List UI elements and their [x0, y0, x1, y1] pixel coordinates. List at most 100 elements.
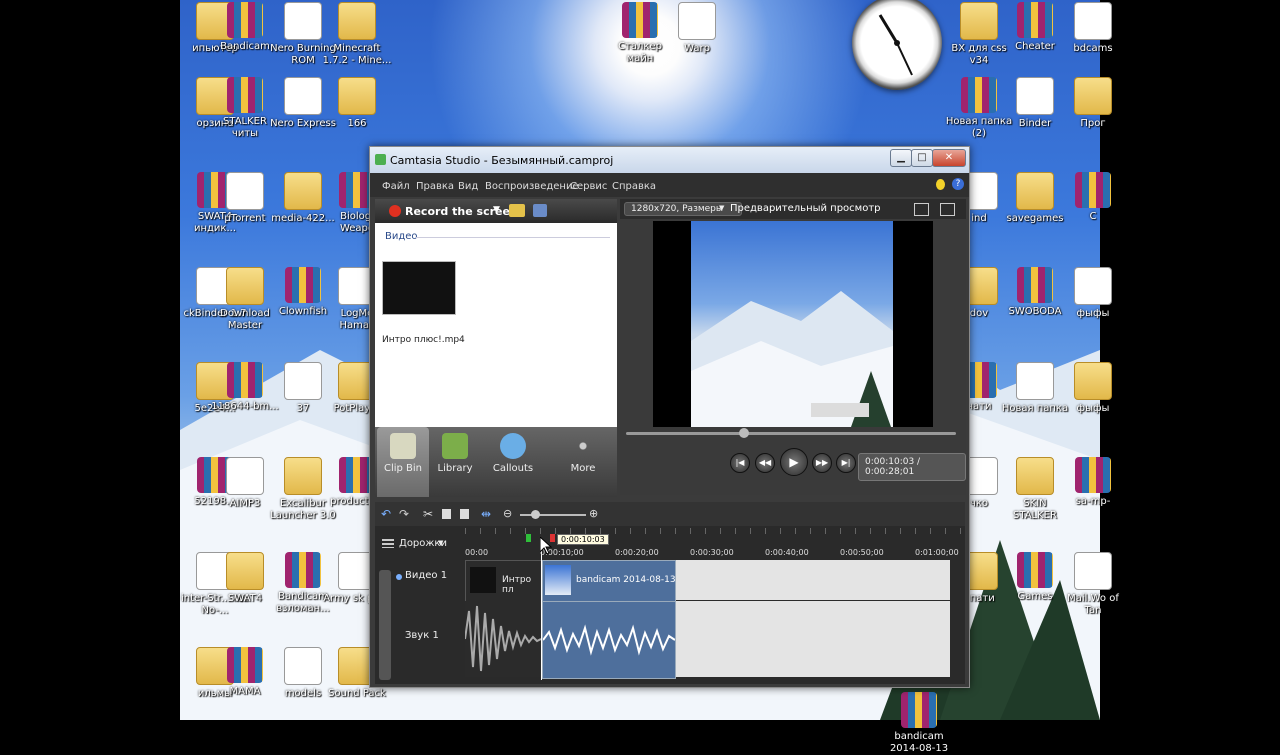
desktop-icon-image — [285, 267, 321, 303]
desktop-icon-image — [226, 172, 264, 210]
desktop-icon-label: 166 — [347, 118, 367, 129]
bin-section-divider — [415, 237, 610, 238]
tracks-list-icon[interactable] — [382, 539, 394, 548]
desktop-icon-image — [1074, 552, 1112, 590]
video-track-label[interactable]: Видео 1 — [405, 570, 447, 581]
ruler-tick-label: 0:00:40;00 — [765, 548, 809, 557]
help-icon[interactable]: ? — [952, 178, 964, 190]
minimize-button[interactable]: ▁ — [890, 149, 912, 167]
undo-icon[interactable]: ↶ — [381, 507, 391, 521]
desktop-icon[interactable]: фыфы — [1058, 362, 1128, 415]
preview-canvas[interactable] — [653, 221, 933, 427]
desktop-icon[interactable]: фыфы — [1058, 267, 1128, 320]
zoom-slider-thumb[interactable] — [531, 510, 540, 519]
fast-forward-button[interactable]: ▶▶ — [812, 453, 832, 473]
desktop-icon-image — [1017, 267, 1053, 303]
desktop-icon-image — [338, 2, 376, 40]
ruler-tick-label: 0:00:30;00 — [690, 548, 734, 557]
audio-clip-bandicam[interactable] — [542, 601, 676, 679]
desktop-icon[interactable]: bandicam 2014-08-13 — [884, 692, 954, 755]
desktop-icon-image — [227, 647, 263, 683]
tab-clip-bin-label: Clip Bin — [383, 463, 423, 474]
copy-icon[interactable] — [442, 509, 451, 519]
detach-preview-icon[interactable] — [940, 203, 955, 216]
tip-bulb-icon[interactable] — [936, 179, 945, 190]
app-icon — [375, 154, 386, 165]
playhead-time-tooltip: 0:00:10:03 — [557, 534, 609, 545]
timeline-panel: ↶ ↷ ✂ ⇹ ⊖ ⊕ Дорожки ▼ 0:00:10:03 Видео 1… — [375, 502, 965, 684]
video-clip-bandicam[interactable]: bandicam 2014-08-13 10-2 — [542, 560, 676, 602]
desktop-icon-image — [226, 552, 264, 590]
menu-playback[interactable]: Воспроизведение — [485, 181, 579, 192]
playhead-marker-green[interactable] — [526, 534, 531, 542]
preview-size-dropdown-arrow-icon[interactable]: ▼ — [719, 204, 724, 212]
clip-bin-panel: Record the screen ▼ Видео Интро плюс!.mp… — [375, 199, 617, 443]
cut-icon[interactable]: ✂ — [423, 507, 433, 521]
audio-clip-intro[interactable] — [464, 601, 542, 677]
maximize-button[interactable]: □ — [911, 149, 933, 167]
paste-icon[interactable] — [460, 509, 469, 519]
title-bar[interactable]: Camtasia Studio - Безымянный.camproj ▁ □… — [370, 147, 969, 173]
rewind-button[interactable]: ◀◀ — [755, 453, 775, 473]
desktop-icon[interactable]: Minecraft 1.7.2 - Mine... — [322, 2, 392, 67]
record-dropdown-arrow-icon[interactable]: ▼ — [493, 205, 500, 215]
desktop-icon[interactable]: Warp — [662, 2, 732, 55]
desktop-icon[interactable]: Прог — [1058, 77, 1128, 130]
clip-name[interactable]: Интро плюс!.mp4 — [382, 335, 465, 345]
desktop-icon-image — [1016, 172, 1054, 210]
clip-thumbnail[interactable] — [382, 261, 456, 315]
desktop-icon[interactable]: C — [1058, 172, 1128, 223]
playback-time: 0:00:10:03 / 0:00:28;01 — [858, 453, 966, 481]
record-screen-button[interactable]: Record the screen — [405, 205, 518, 218]
desktop-icon-image — [284, 172, 322, 210]
split-icon[interactable]: ⇹ — [481, 507, 491, 521]
menu-view[interactable]: Вид — [458, 181, 478, 192]
redo-icon[interactable]: ↷ — [399, 507, 409, 521]
ruler-tick-label: 00:00 — [465, 548, 489, 557]
tab-more-label: More — [570, 463, 596, 474]
desktop-icon[interactable]: sa-mp- — [1058, 457, 1128, 508]
play-button[interactable]: ▶ — [780, 448, 808, 476]
fullscreen-icon[interactable] — [914, 203, 929, 216]
desktop-icon-image — [901, 692, 937, 728]
tab-library-label: Library — [437, 463, 473, 474]
tab-callouts[interactable]: Callouts — [483, 427, 543, 497]
desktop-icon[interactable]: 166 — [322, 77, 392, 130]
playhead-line[interactable] — [541, 542, 542, 680]
desktop-icon-label: C — [1089, 211, 1097, 222]
desktop-icon[interactable]: bdcams — [1058, 2, 1128, 55]
desktop-icon-label: фыфы — [1076, 403, 1110, 414]
desktop-icon[interactable]: Mail.Wo of Tan — [1058, 552, 1128, 617]
close-button[interactable]: ✕ — [932, 149, 966, 167]
zoom-in-icon[interactable]: ⊕ — [589, 507, 598, 520]
menu-file[interactable]: Файл — [382, 181, 410, 192]
menu-tools[interactable]: Сервис — [570, 181, 607, 192]
tab-library[interactable]: Library — [429, 427, 481, 497]
skip-forward-button[interactable]: ▶| — [836, 453, 856, 473]
skip-back-button[interactable]: |◀ — [730, 453, 750, 473]
zoom-slider-track[interactable] — [520, 514, 586, 516]
menu-bar: Файл Правка Вид Воспроизведение Сервис С… — [370, 173, 969, 197]
track-header-bar — [379, 570, 391, 680]
menu-edit[interactable]: Правка — [416, 181, 454, 192]
audio-track-label[interactable]: Звук 1 — [405, 630, 439, 641]
preview-panel: 1280x720, Размеры ▼ Предварительный прос… — [620, 199, 966, 495]
zoom-out-icon[interactable]: ⊖ — [503, 507, 512, 520]
desktop-icon-image — [226, 457, 264, 495]
desktop-icon-image — [284, 2, 322, 40]
tab-clip-bin[interactable]: Clip Bin — [377, 427, 429, 497]
preview-scrub-track[interactable] — [626, 432, 956, 435]
import-media-icon[interactable] — [509, 204, 525, 217]
ruler-tick-label: 0:01:00;00 — [915, 548, 959, 557]
tracks-dropdown-arrow-icon[interactable]: ▼ — [438, 539, 443, 547]
desktop-icon-image — [1017, 2, 1053, 38]
menu-help[interactable]: Справка — [612, 181, 656, 192]
desktop-icon-label: Прог — [1080, 118, 1106, 129]
video-clip-intro[interactable]: Интро пл — [465, 560, 543, 602]
produce-share-icon[interactable] — [533, 204, 547, 217]
library-icon — [442, 433, 468, 459]
desktop-icon-image — [284, 457, 322, 495]
preview-scrub-thumb[interactable] — [739, 428, 749, 438]
desktop-icon-image — [622, 2, 658, 38]
tab-more[interactable]: More — [557, 427, 609, 497]
